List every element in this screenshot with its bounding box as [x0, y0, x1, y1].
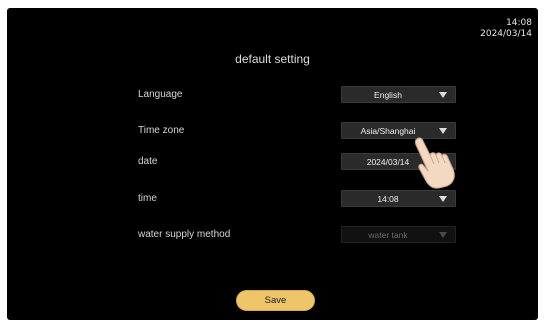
language-select[interactable]: English — [341, 86, 456, 103]
date-label: date — [138, 156, 158, 167]
status-clock: 14:08 2024/03/14 — [480, 18, 532, 40]
setting-row-time: time 14:08 — [7, 190, 538, 210]
chevron-down-icon — [439, 92, 447, 98]
time-field[interactable]: 14:08 — [341, 190, 456, 207]
time-label: time — [138, 193, 157, 204]
save-button[interactable]: Save — [236, 290, 315, 311]
page-title: default setting — [235, 52, 310, 66]
hand-pointer-icon — [414, 137, 455, 189]
setting-row-water-supply: water supply method water tank — [7, 226, 538, 246]
time-zone-label: Time zone — [138, 125, 185, 136]
time-value: 14:08 — [377, 194, 399, 204]
device-screen: 14:08 2024/03/14 default setting Languag… — [7, 8, 538, 320]
clock-time: 14:08 — [506, 18, 532, 28]
water-supply-value: water tank — [368, 230, 408, 240]
language-value: English — [374, 90, 402, 100]
water-supply-select[interactable]: water tank — [341, 226, 456, 243]
chevron-down-icon — [439, 196, 447, 202]
clock-date: 2024/03/14 — [480, 29, 532, 39]
chevron-down-icon — [439, 232, 447, 238]
language-label: Language — [138, 89, 183, 100]
water-supply-label: water supply method — [138, 229, 231, 240]
setting-row-language: Language English — [7, 86, 538, 106]
